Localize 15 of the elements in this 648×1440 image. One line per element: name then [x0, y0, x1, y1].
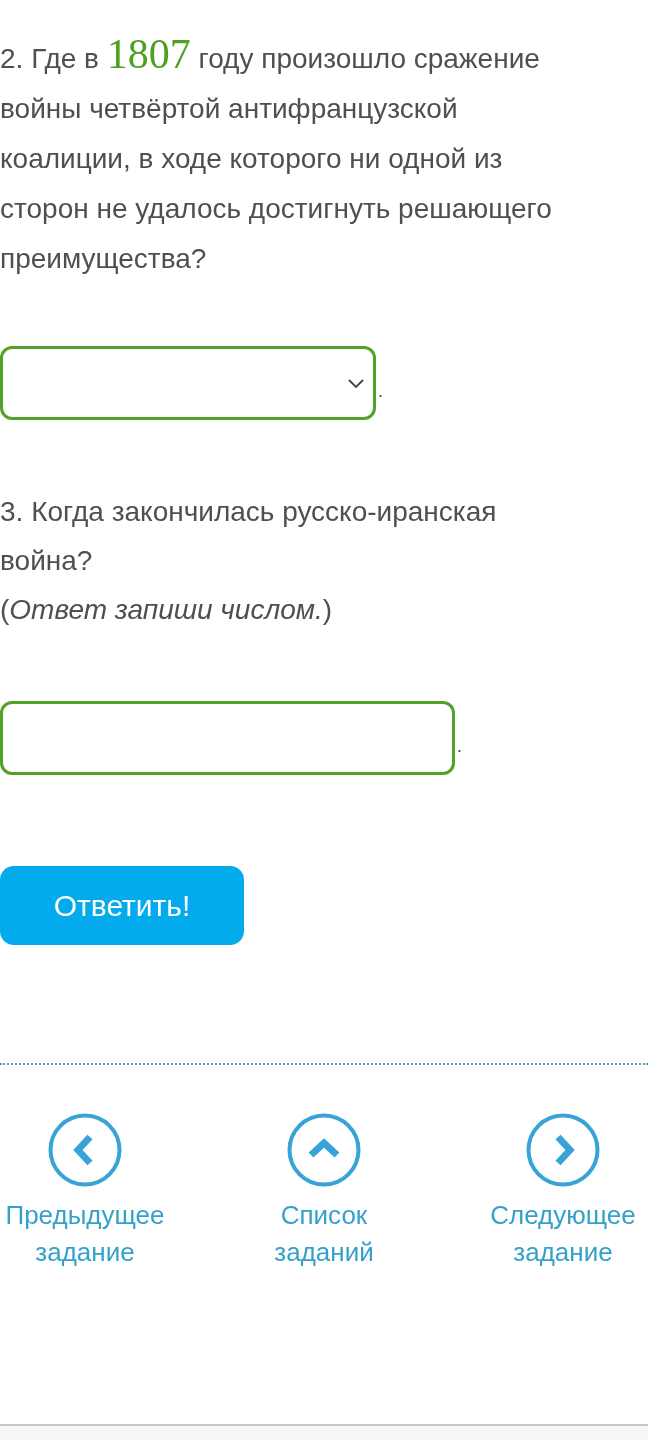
period-text: . — [457, 737, 462, 755]
question-text: 3. Когда закончилась русско-иранская война? — [0, 495, 498, 578]
answer-select[interactable] — [0, 346, 376, 420]
chevron-left-circle-icon — [48, 1113, 122, 1187]
next-task-link[interactable]: Следующее задание — [478, 1113, 648, 1271]
task-list-link[interactable]: Список заданий — [239, 1113, 409, 1271]
question-text: 2. Где в 1807 году произошло сражение войны четвёртой антифранцузской коалиции, в ходе которого ни одной из сторон не удалось достигнуть решающего преимущества? — [0, 33, 553, 276]
previous-task-link[interactable]: Предыдущее задание — [0, 1113, 170, 1271]
chevron-right-circle-icon — [526, 1113, 600, 1187]
submit-button[interactable]: Ответить! — [0, 866, 244, 945]
hint-text: (Ответ запиши числом.) — [0, 593, 334, 627]
chevron-down-icon — [348, 378, 364, 388]
answer-input[interactable] — [0, 701, 455, 775]
chevron-up-circle-icon — [287, 1113, 361, 1187]
period-text: . — [378, 382, 383, 400]
